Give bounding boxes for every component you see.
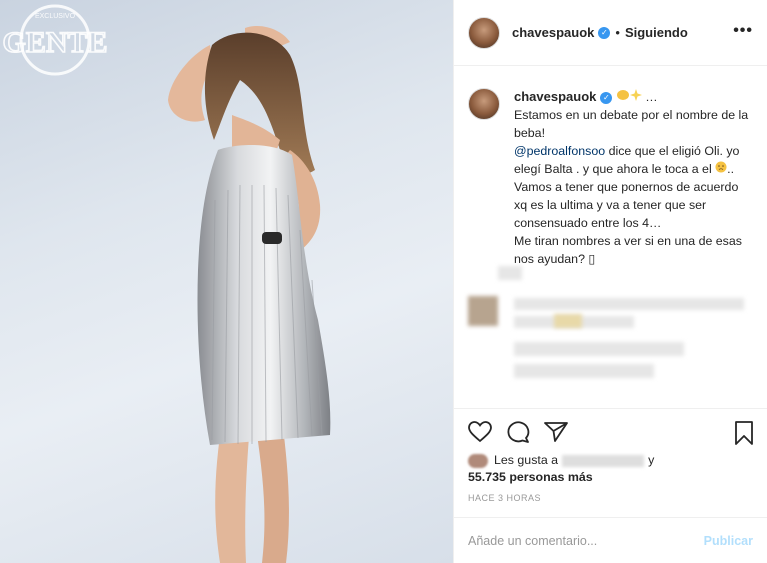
post-photo[interactable]: EXCLUSIVO GENTE xyxy=(0,0,453,563)
caption-avatar[interactable] xyxy=(468,88,500,120)
blurred-comment-avatar xyxy=(468,296,498,326)
emoji-sparkles-icon xyxy=(629,88,642,106)
comments-area: chavespauok ✓ … Estamos en un debate por … xyxy=(454,66,767,408)
caption-trail: … xyxy=(645,90,658,104)
more-options-icon[interactable]: ••• xyxy=(733,22,753,40)
emoji-face-icon xyxy=(715,160,727,178)
comment-box: Añade un comentario... Publicar xyxy=(454,517,767,563)
photo-illustration xyxy=(168,25,331,563)
following-button[interactable]: Siguiendo xyxy=(625,25,688,40)
blurred-comment-line xyxy=(514,298,744,310)
author-avatar[interactable] xyxy=(468,16,500,49)
comment-bubble-icon[interactable] xyxy=(506,421,530,443)
share-send-icon[interactable] xyxy=(544,421,568,443)
likes-suffix: y xyxy=(648,453,655,467)
post-timestamp[interactable]: HACE 3 HORAS xyxy=(468,493,541,503)
caption-text: chavespauok ✓ … Estamos en un debate por … xyxy=(514,88,753,268)
caption-verified-badge-icon: ✓ xyxy=(600,91,613,104)
blurred-comment-line xyxy=(514,364,654,378)
verified-badge-icon: ✓ xyxy=(598,26,611,39)
post-header: chavespauok ✓ • Siguiendo ••• xyxy=(454,0,767,66)
instagram-post: EXCLUSIVO GENTE chavespauok ✓ • Siguiend… xyxy=(0,0,767,563)
mention-link[interactable]: @pedroalfonsoo xyxy=(514,144,605,158)
liker-avatar xyxy=(468,453,488,468)
like-heart-icon[interactable] xyxy=(468,421,492,443)
caption-username[interactable]: chavespauok xyxy=(514,89,596,104)
publish-button[interactable]: Publicar xyxy=(704,534,753,548)
blurred-liker-name xyxy=(562,454,645,467)
blurred-comment-line xyxy=(514,342,684,356)
save-bookmark-icon[interactable] xyxy=(734,421,754,445)
action-bar xyxy=(454,408,767,455)
post-sidebar: chavespauok ✓ • Siguiendo ••• chavespauo… xyxy=(453,0,767,563)
gente-watermark-logo: EXCLUSIVO GENTE xyxy=(2,4,108,76)
svg-text:GENTE: GENTE xyxy=(2,26,107,59)
comment-input[interactable]: Añade un comentario... xyxy=(468,534,704,548)
likes-summary: Les gusta a y 55.735 personas más xyxy=(468,452,758,486)
author-username[interactable]: chavespauok xyxy=(512,25,594,40)
header-separator: • xyxy=(615,25,620,40)
likes-prefix: Les gusta a xyxy=(494,453,559,467)
emoji-hands-icon xyxy=(616,88,630,106)
caption: chavespauok ✓ … Estamos en un debate por … xyxy=(454,66,767,268)
caption-line-1: Estamos en un debate por el nombre de la… xyxy=(514,108,749,140)
blurred-comment-meta xyxy=(498,266,522,280)
svg-text:EXCLUSIVO: EXCLUSIVO xyxy=(35,13,76,20)
likes-count[interactable]: 55.735 personas más xyxy=(468,470,593,484)
blurred-comment-emoji xyxy=(554,314,582,328)
caption-line-4: Me tiran nombres a ver si en una de esas… xyxy=(514,234,742,266)
